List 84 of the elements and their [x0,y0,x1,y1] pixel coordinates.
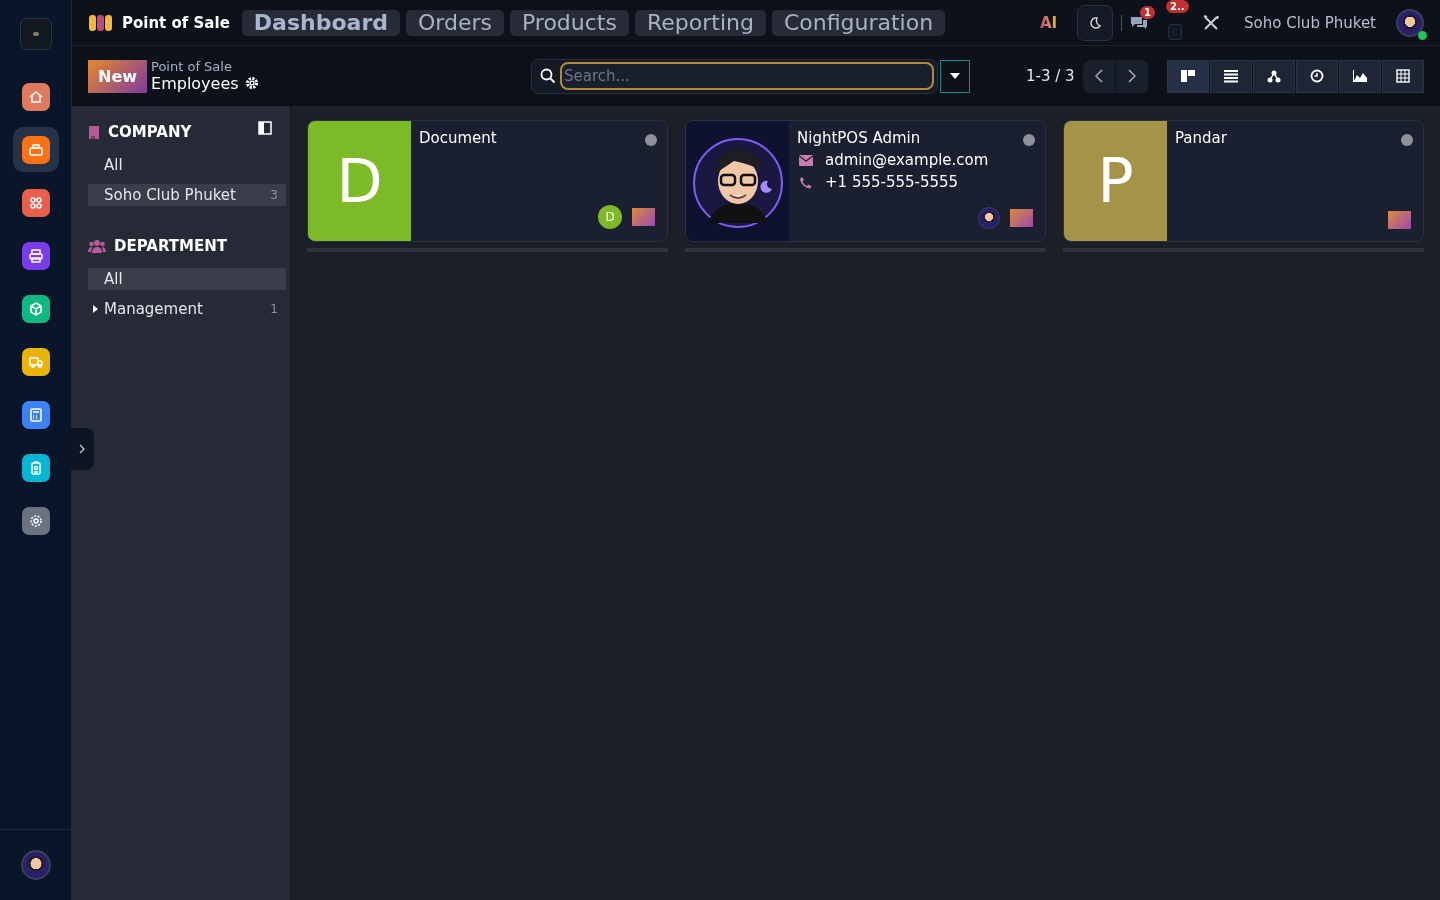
settings-icon[interactable] [244,76,259,90]
app-button[interactable] [12,127,59,172]
menu-item[interactable]: Dashboard [241,9,400,36]
expand-button[interactable] [70,428,94,470]
activity-count-badge: 2.. [1166,0,1189,13]
filter-item[interactable]: All [88,154,286,176]
envelope-icon [799,154,813,166]
search-icon [540,68,557,84]
employee-email: admin@example.com [825,151,989,169]
employee-name: Pandar [1175,129,1227,147]
home-icon [27,88,44,105]
building-icon [88,124,100,140]
menu-item[interactable]: Products [509,9,629,36]
cash-register-icon [27,141,44,158]
filter-section-title: COMPANY [108,123,192,141]
user-avatar[interactable] [20,850,51,880]
chevron-left-icon [1094,69,1103,83]
printer-icon [27,247,44,264]
employee-card[interactable]: D Document D [307,120,668,242]
new-button[interactable]: New [88,59,148,93]
status-dot [1401,134,1413,146]
chat-icon[interactable] [1130,14,1149,31]
panel-toggle-icon[interactable] [258,121,272,135]
user-avatar [978,207,1000,229]
kanban-icon [1180,69,1196,83]
box-icon [27,300,44,317]
clock-icon [1309,69,1325,83]
view-switch-button[interactable] [1382,59,1424,93]
filter-count: 1 [270,302,278,316]
filter-label: All [104,270,124,288]
filter-section-title: DEPARTMENT [114,237,227,255]
previous-button[interactable] [1082,59,1116,93]
menu-item[interactable]: Configuration [771,9,946,36]
app-name[interactable]: Point of Sale [122,13,230,32]
chevron-right-icon [79,444,85,454]
employee-card[interactable]: NightPOS Admin admin@example.com +1 555-555-5555 [685,120,1046,242]
user-initial-badge: D [598,205,622,229]
settings-icon [27,512,44,529]
status-dot [1023,134,1035,146]
view-switch-button[interactable] [1296,59,1338,93]
employee-card[interactable]: P Pandar [1063,120,1424,242]
filter-label: Soho Club Phuket [104,186,237,204]
search-options-button[interactable] [940,59,971,93]
user-avatar[interactable] [1396,8,1424,37]
people-icon [88,239,106,253]
view-switch-button[interactable] [1167,59,1209,93]
initial-avatar: D [308,121,411,241]
area-chart-icon [1352,69,1368,83]
filter-count: 3 [270,188,278,202]
filter-label: Management [104,300,204,318]
grid-icon [27,194,44,211]
view-switch-button[interactable] [1339,59,1381,93]
online-status-dot [1418,30,1427,40]
pager-value: 1-3 / 3 [1026,67,1075,85]
filter-item[interactable]: Management 1 [88,298,286,320]
filter-item[interactable]: Soho Club Phuket 3 [88,184,286,206]
caret-icon [950,73,961,79]
chevron-right-icon [1127,69,1136,83]
employee-name: NightPOS Admin [797,129,922,147]
calculator-icon [27,406,44,423]
view-switch-button[interactable] [1253,59,1295,93]
page-title: Employees [151,73,239,93]
company-switcher[interactable]: Soho Club Phuket [1244,13,1376,32]
filter-item[interactable]: All [88,268,286,290]
search-field[interactable]: Search... [560,62,935,90]
list-icon [1223,69,1239,83]
phone-icon [799,175,813,189]
breadcrumb-link[interactable]: Point of Sale [151,59,532,74]
tools-icon[interactable] [1202,13,1221,32]
menu-item[interactable]: Orders [406,9,504,36]
initial-avatar: P [1064,121,1167,241]
employee-phone: +1 555-555-5555 [825,173,959,191]
menu-item[interactable]: Reporting [634,9,766,36]
moon-icon [1088,15,1103,30]
message-count-badge: 1 [1140,5,1156,19]
awning-logo-icon [88,13,114,32]
dark-mode-button[interactable] [1077,4,1114,41]
status-dot [645,134,657,146]
table-icon [1395,69,1411,83]
expand-caret-icon[interactable] [93,305,98,313]
employee-name: Document [419,129,497,147]
view-switch-button[interactable] [1210,59,1252,93]
hierarchy-icon [1266,69,1282,83]
filter-label: All [104,156,124,174]
